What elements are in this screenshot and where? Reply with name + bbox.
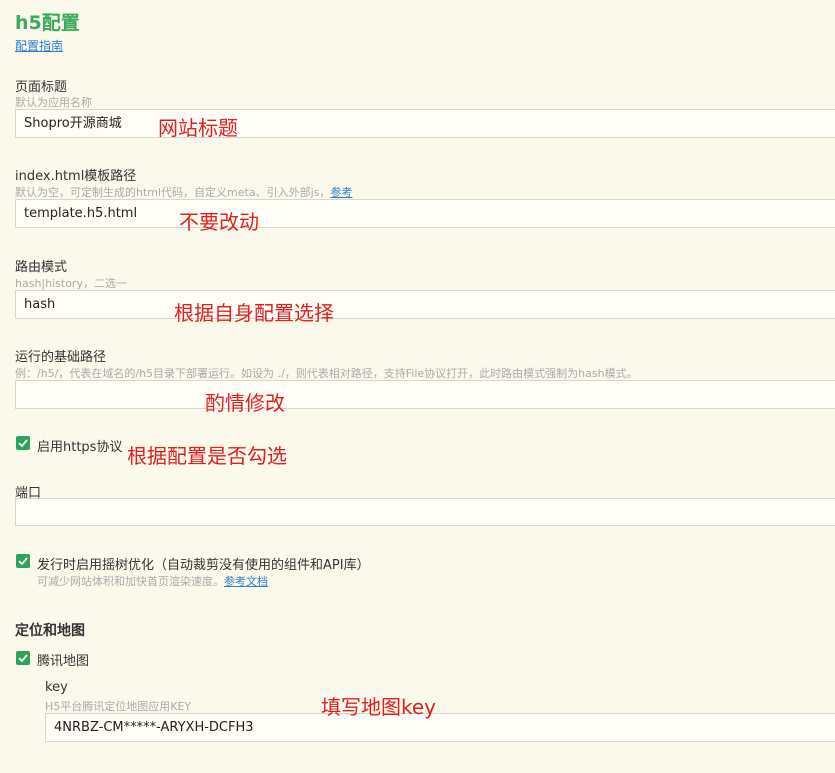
check-icon <box>18 654 28 663</box>
template-path-hint: 默认为空，可定制生成的html代码，自定义meta、引入外部js，参考 <box>15 186 353 199</box>
check-icon <box>18 439 28 448</box>
template-path-input[interactable]: template.h5.html <box>15 199 835 228</box>
tree-shaking-checkbox[interactable] <box>16 554 30 568</box>
base-path-hint: 例：/h5/，代表在域名的/h5目录下部署运行。如设为 ./，则代表相对路径，支… <box>15 367 638 380</box>
page-title: h5配置 <box>15 12 80 34</box>
config-guide-link[interactable]: 配置指南 <box>15 37 63 54</box>
https-label: 启用https协议 <box>37 440 123 455</box>
tencent-map-checkbox[interactable] <box>16 651 30 665</box>
tree-shaking-docs-link[interactable]: 参考文档 <box>224 575 268 588</box>
map-key-hint: H5平台腾讯定位地图应用KEY <box>45 700 192 713</box>
map-key-input[interactable]: 4NRBZ-CM*****-ARYXH-DCFH3 <box>45 713 835 742</box>
page-title-input[interactable]: Shopro开源商城 <box>15 109 835 138</box>
page-title-hint: 默认为应用名称 <box>15 96 92 109</box>
https-annotation: 根据配置是否勾选 <box>127 444 287 468</box>
base-path-annotation: 酌情修改 <box>205 391 285 415</box>
template-path-annotation: 不要改动 <box>179 210 259 234</box>
page-title-label: 页面标题 <box>15 80 68 95</box>
base-path-label: 运行的基础路径 <box>15 350 107 365</box>
base-path-input[interactable] <box>15 380 835 409</box>
tree-shaking-hint: 可减少网站体积和加快首页渲染速度。参考文档 <box>37 575 268 588</box>
tree-shaking-label: 发行时启用摇树优化（自动裁剪没有使用的组件和API库） <box>37 558 370 573</box>
router-mode-annotation: 根据自身配置选择 <box>174 301 334 325</box>
port-input[interactable] <box>15 498 835 526</box>
tencent-map-label: 腾讯地图 <box>37 654 90 669</box>
map-key-label: key <box>45 680 68 695</box>
template-reference-link[interactable]: 参考 <box>330 186 352 199</box>
router-mode-hint: hash|history，二选一 <box>15 277 127 290</box>
template-path-label: index.html模板路径 <box>15 169 137 184</box>
https-checkbox[interactable] <box>16 436 30 450</box>
page-title-annotation: 网站标题 <box>158 116 238 140</box>
location-section-title: 定位和地图 <box>15 623 85 639</box>
router-mode-input[interactable]: hash <box>15 290 835 319</box>
check-icon <box>18 557 28 566</box>
map-key-annotation: 填写地图key <box>321 695 437 719</box>
router-mode-label: 路由模式 <box>15 260 68 275</box>
